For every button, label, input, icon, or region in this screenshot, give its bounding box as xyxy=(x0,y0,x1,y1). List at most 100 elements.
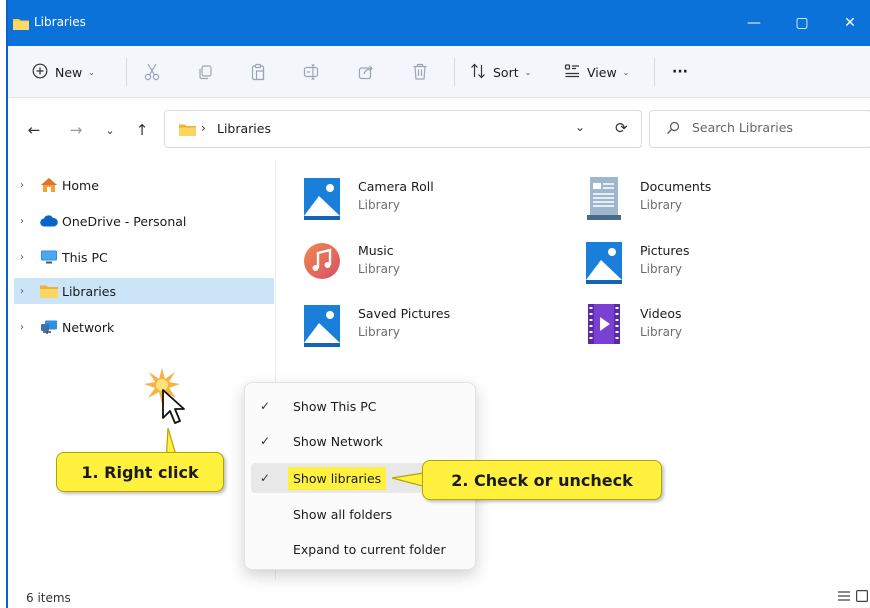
rename-icon[interactable] xyxy=(302,62,322,82)
plus-circle-icon xyxy=(32,63,48,82)
library-type: Library xyxy=(358,325,400,339)
menu-item-label: Show This PC xyxy=(293,398,377,414)
network-icon xyxy=(40,319,58,335)
sidebar-item-network[interactable]: › Network xyxy=(14,314,274,340)
menu-item-label: Show Network xyxy=(293,433,383,449)
expand-chevron-icon[interactable]: › xyxy=(20,322,34,333)
cloud-icon xyxy=(40,213,58,229)
toolbar-divider xyxy=(126,58,127,86)
library-type: Library xyxy=(358,262,400,276)
toolbar-divider xyxy=(454,58,455,86)
sort-icon xyxy=(470,63,486,82)
library-music[interactable]: Music Library xyxy=(302,240,562,296)
view-label: View xyxy=(587,64,617,80)
file-explorer-window: Libraries — ▢ ✕ New ⌄ Sort ⌄ View ⌄ ··· … xyxy=(6,0,870,608)
callout-check-or-uncheck: 2. Check or uncheck xyxy=(422,460,662,500)
new-label: New xyxy=(55,64,83,80)
search-input[interactable] xyxy=(692,120,862,135)
library-type: Library xyxy=(358,198,400,212)
refresh-icon[interactable]: ⟳ xyxy=(615,119,628,137)
sidebar-item-label: This PC xyxy=(62,249,108,265)
delete-icon[interactable] xyxy=(410,62,430,82)
command-bar: New ⌄ Sort ⌄ View ⌄ ··· xyxy=(8,46,870,98)
recent-locations-chevron-icon[interactable]: ⌄ xyxy=(100,120,120,140)
menu-item-label: Show all folders xyxy=(293,506,393,522)
title-bar[interactable]: Libraries — ▢ ✕ xyxy=(8,0,870,46)
music-library-icon xyxy=(302,240,342,286)
paste-icon[interactable] xyxy=(248,62,268,82)
home-icon xyxy=(40,177,58,193)
new-button[interactable]: New ⌄ xyxy=(32,60,95,84)
check-icon: ✓ xyxy=(259,471,271,485)
expand-chevron-icon[interactable]: › xyxy=(20,216,34,227)
forward-arrow-icon[interactable]: → xyxy=(66,120,86,140)
pictures-library-icon xyxy=(584,240,624,286)
toolbar-divider xyxy=(654,58,655,86)
menu-item-expand-to-current-folder[interactable]: Expand to current folder xyxy=(251,534,471,564)
share-icon[interactable] xyxy=(356,62,376,82)
folder-icon xyxy=(40,283,58,299)
library-name: Music xyxy=(358,243,394,258)
callout-right-click: 1. Right click xyxy=(56,452,224,492)
sidebar-item-onedrive[interactable]: › OneDrive - Personal xyxy=(14,208,274,234)
documents-library-icon xyxy=(584,176,624,222)
mouse-cursor-icon xyxy=(161,388,187,429)
status-bar: 6 items xyxy=(8,584,870,608)
library-type: Library xyxy=(640,198,682,212)
menu-item-label: Expand to current folder xyxy=(293,541,446,557)
library-name: Pictures xyxy=(640,243,690,258)
details-view-icon[interactable] xyxy=(838,590,850,605)
close-button[interactable]: ✕ xyxy=(830,10,870,36)
view-icon xyxy=(564,63,580,82)
up-arrow-icon[interactable]: ↑ xyxy=(132,120,152,140)
menu-item-label: Show libraries xyxy=(288,466,387,490)
sidebar-item-this-pc[interactable]: › This PC xyxy=(14,244,274,270)
chevron-down-icon: ⌄ xyxy=(622,67,630,77)
search-icon xyxy=(666,121,680,138)
check-icon: ✓ xyxy=(259,434,271,448)
expand-chevron-icon[interactable]: › xyxy=(20,180,34,191)
library-name: Documents xyxy=(640,179,712,194)
view-button[interactable]: View ⌄ xyxy=(564,60,629,84)
pictures-library-icon xyxy=(302,176,342,222)
monitor-icon xyxy=(40,249,58,265)
breadcrumb-separator: › xyxy=(201,121,206,135)
library-pictures[interactable]: Pictures Library xyxy=(584,240,844,296)
breadcrumb-libraries[interactable]: Libraries xyxy=(217,121,271,136)
sidebar-item-libraries[interactable]: › Libraries xyxy=(14,278,274,304)
sort-button[interactable]: Sort ⌄ xyxy=(470,60,531,84)
minimize-button[interactable]: — xyxy=(734,10,774,36)
library-documents[interactable]: Documents Library xyxy=(584,176,844,232)
library-name: Videos xyxy=(640,306,682,321)
menu-item-show-network[interactable]: ✓ Show Network xyxy=(251,426,471,456)
more-options-button[interactable]: ··· xyxy=(672,60,688,84)
library-saved-pictures[interactable]: Saved Pictures Library xyxy=(302,303,562,359)
copy-icon[interactable] xyxy=(195,62,215,82)
check-icon: ✓ xyxy=(259,399,271,413)
folder-icon xyxy=(179,123,196,139)
maximize-button[interactable]: ▢ xyxy=(782,10,822,36)
tiles-view-icon[interactable] xyxy=(856,590,869,605)
library-type: Library xyxy=(640,325,682,339)
menu-item-show-all-folders[interactable]: Show all folders xyxy=(251,499,471,529)
expand-chevron-icon[interactable]: › xyxy=(20,252,34,263)
library-camera-roll[interactable]: Camera Roll Library xyxy=(302,176,562,232)
sidebar-item-label: Home xyxy=(62,177,99,193)
library-type: Library xyxy=(640,262,682,276)
sidebar-item-home[interactable]: › Home xyxy=(14,172,274,198)
expand-chevron-icon[interactable]: › xyxy=(20,286,34,297)
address-bar[interactable]: › Libraries ⌄ ⟳ xyxy=(164,110,642,148)
address-row: ← → ⌄ ↑ › Libraries ⌄ ⟳ xyxy=(8,98,870,160)
chevron-down-icon: ⌄ xyxy=(524,67,532,77)
item-count: 6 items xyxy=(26,591,71,605)
library-videos[interactable]: Videos Library xyxy=(584,303,844,359)
menu-item-show-this-pc[interactable]: ✓ Show This PC xyxy=(251,391,471,421)
cut-icon[interactable] xyxy=(142,62,162,82)
back-arrow-icon[interactable]: ← xyxy=(24,120,44,140)
sidebar-item-label: Libraries xyxy=(62,283,116,299)
search-box[interactable] xyxy=(649,110,870,148)
address-dropdown-icon[interactable]: ⌄ xyxy=(575,120,585,134)
chevron-down-icon: ⌄ xyxy=(88,67,95,77)
sort-label: Sort xyxy=(493,64,519,80)
folder-icon xyxy=(13,17,29,33)
